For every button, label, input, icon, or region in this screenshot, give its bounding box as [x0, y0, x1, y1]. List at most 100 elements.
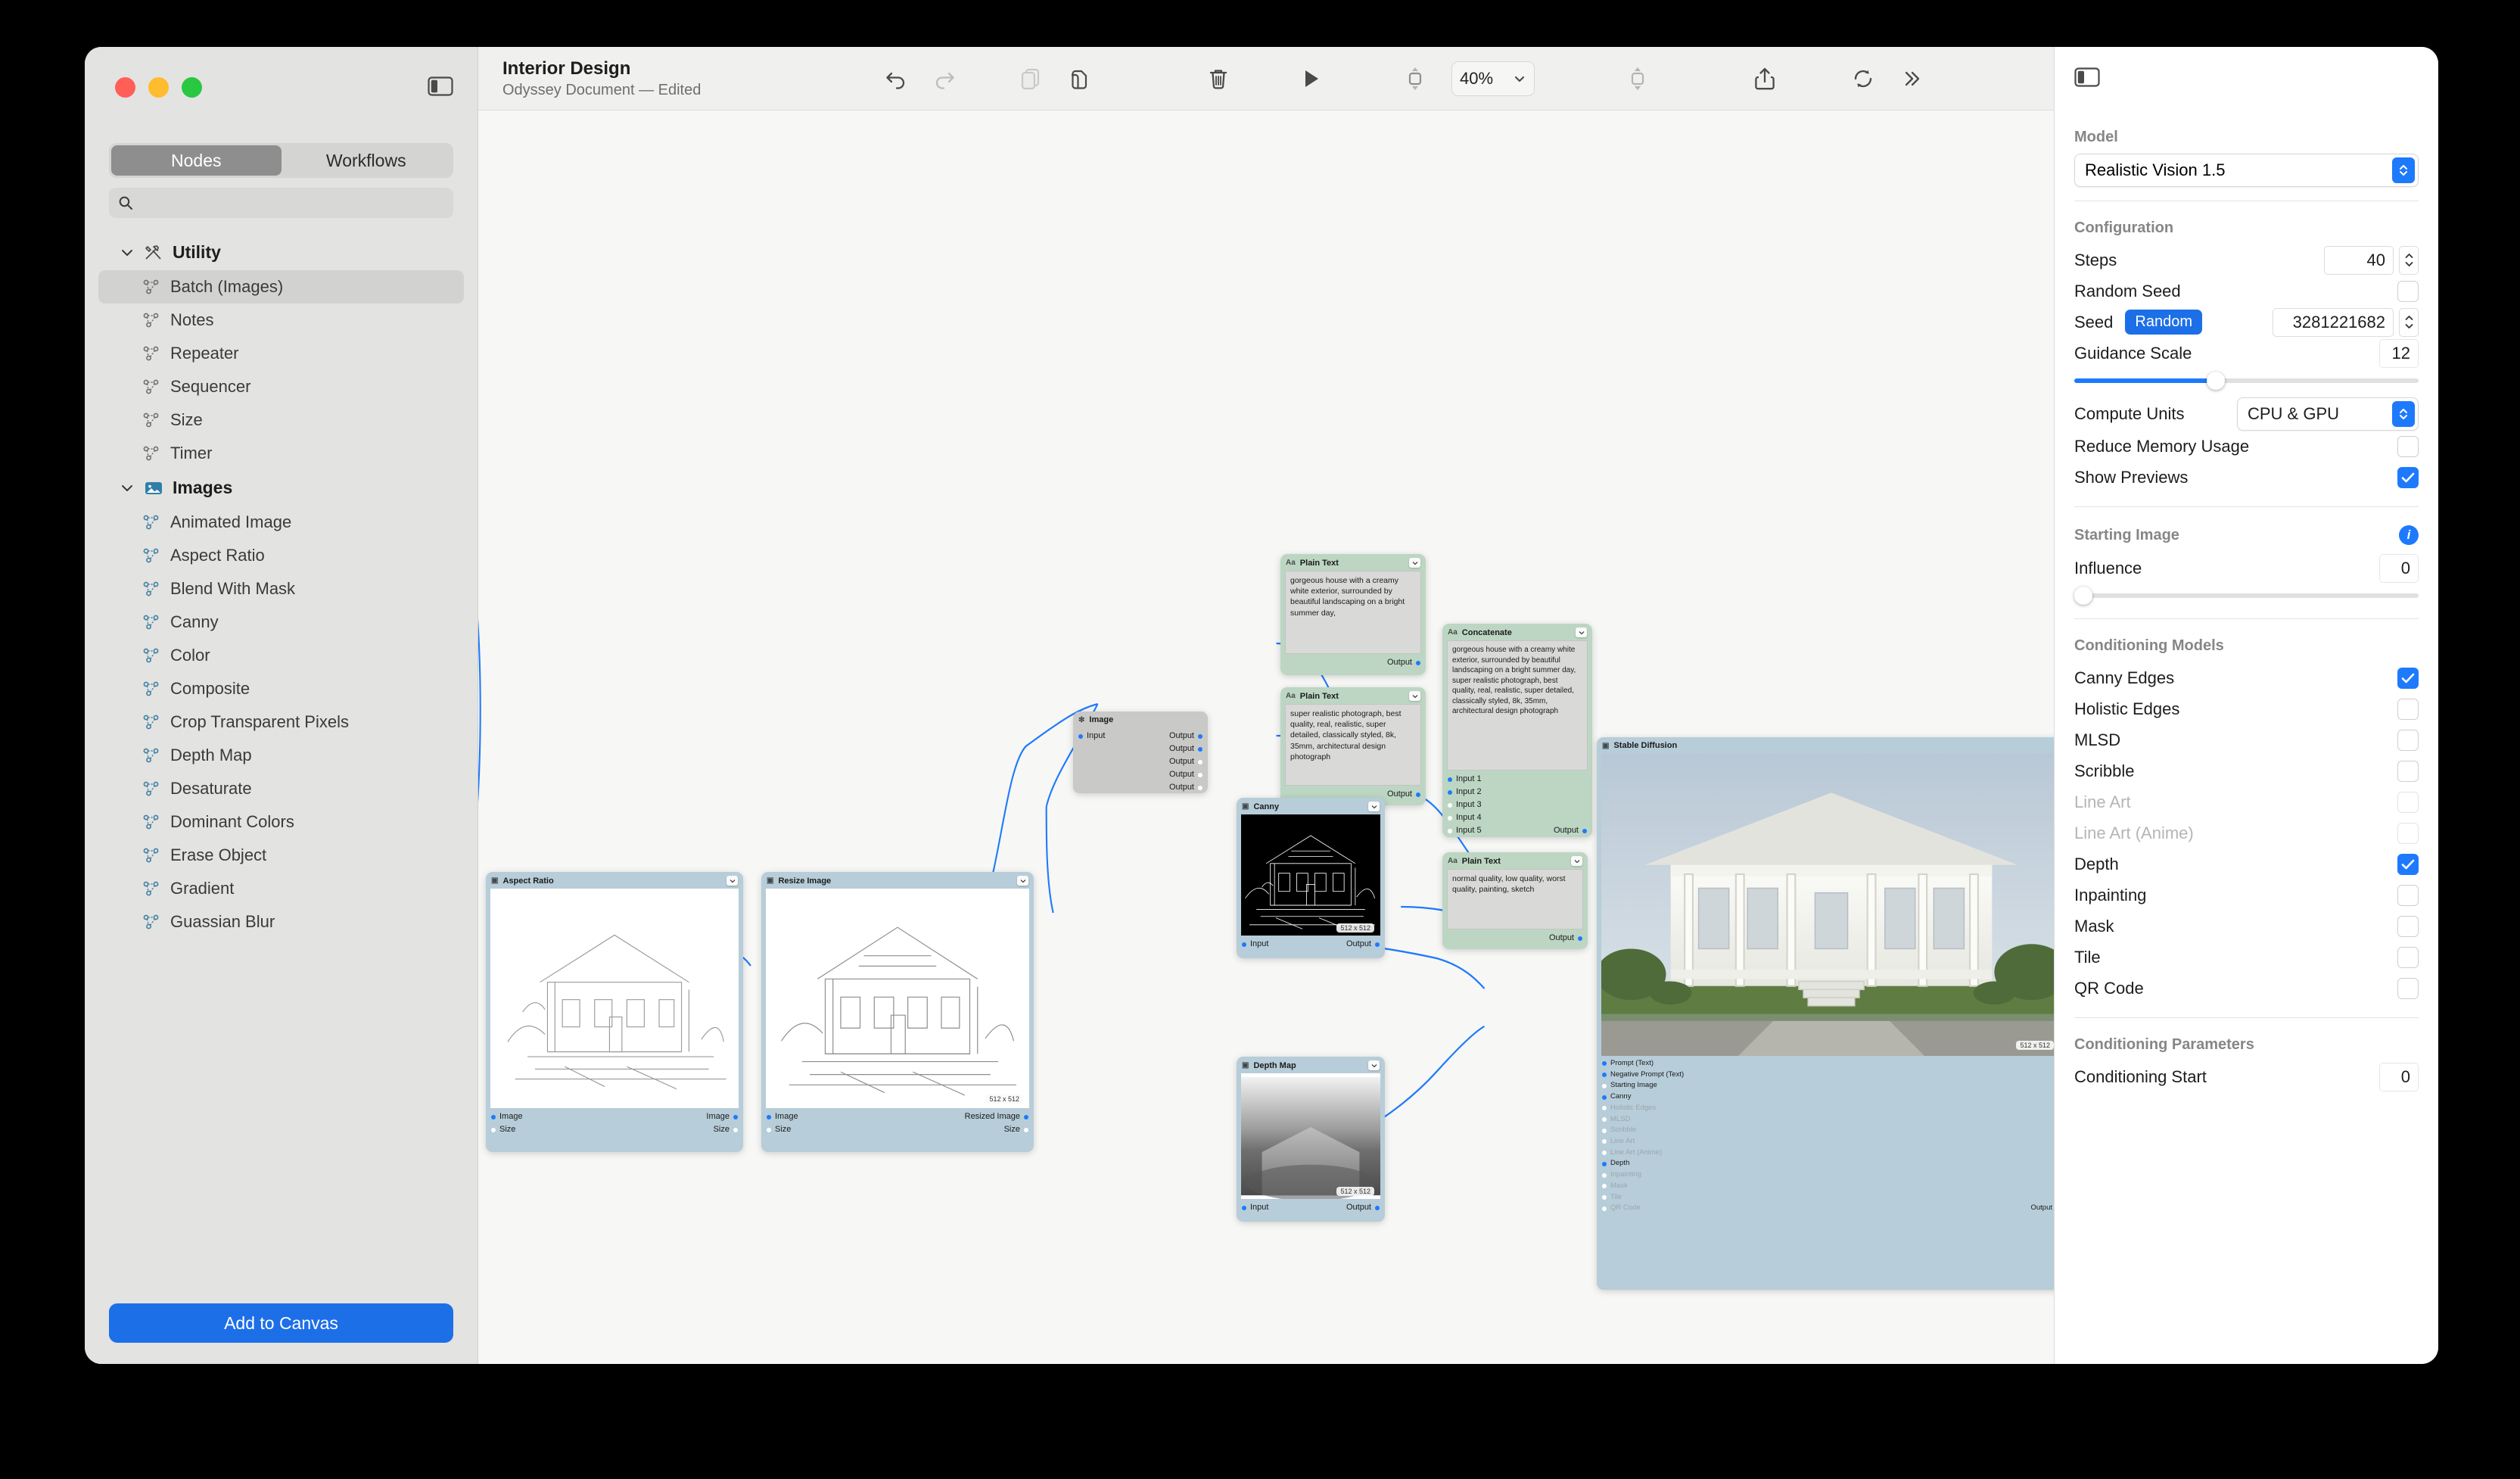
tab-workflows[interactable]: Workflows — [282, 145, 452, 176]
port-row[interactable]: Input 1 — [1448, 773, 1587, 786]
trash-icon[interactable] — [1194, 56, 1243, 101]
seed-random-button[interactable]: Random — [2125, 310, 2202, 335]
add-to-canvas-button[interactable]: Add to Canvas — [109, 1303, 453, 1343]
port-row[interactable]: Image Image — [491, 1110, 738, 1123]
sidebar-toggle-icon[interactable] — [428, 76, 453, 97]
concatenated-text[interactable]: gorgeous house with a creamy white exter… — [1447, 640, 1588, 771]
node-menu-button[interactable] — [1368, 1060, 1380, 1070]
port-row[interactable]: Output — [1078, 755, 1202, 768]
conditioning-model-checkbox[interactable] — [2397, 729, 2419, 751]
group-header-utility[interactable]: Utility — [85, 235, 478, 270]
conditioning-model-checkbox[interactable] — [2397, 853, 2419, 875]
port-row[interactable]: Prompt (Text) — [1602, 1058, 2054, 1070]
port-row[interactable]: Output — [1448, 932, 1582, 945]
fit-vertical-icon-right[interactable] — [1613, 56, 1662, 101]
prompt-text[interactable]: gorgeous house with a creamy white exter… — [1285, 571, 1421, 654]
node-canvas[interactable]: ▣ Aspect Ratio Image Image Size Size ▣ R… — [478, 111, 2054, 1364]
tab-nodes[interactable]: Nodes — [111, 145, 282, 176]
influence-input[interactable]: 0 — [2379, 553, 2419, 583]
sidebar-item-timer[interactable]: Timer — [98, 437, 464, 470]
show-previews-checkbox[interactable] — [2397, 466, 2419, 488]
conditioning-model-checkbox[interactable] — [2397, 698, 2419, 720]
info-icon[interactable]: i — [2399, 525, 2419, 545]
port-row[interactable]: Canny — [1602, 1091, 2054, 1103]
node-menu-button[interactable] — [1409, 558, 1420, 568]
sidebar-item-depth-map[interactable]: Depth Map — [98, 739, 464, 772]
port-row[interactable]: Input 5 Output — [1448, 824, 1587, 837]
node-concatenate[interactable]: Aa Concatenate gorgeous house with a cre… — [1442, 624, 1592, 837]
steps-stepper[interactable] — [2399, 245, 2419, 275]
port-row[interactable]: Input 3 — [1448, 799, 1587, 811]
node-header[interactable]: ▣ Stable Diffusion — [1597, 737, 2054, 753]
port-row[interactable]: Input 2 — [1448, 786, 1587, 799]
conditioning-start-input[interactable]: 0 — [2379, 1062, 2419, 1091]
redo-icon[interactable] — [920, 56, 969, 101]
sidebar-item-sequencer[interactable]: Sequencer — [98, 370, 464, 403]
undo-icon[interactable] — [872, 56, 920, 101]
node-plain-text-positive[interactable]: Aa Plain Text gorgeous house with a crea… — [1280, 554, 1426, 675]
zoom-level-select[interactable]: 40% — [1451, 61, 1535, 96]
random-seed-checkbox[interactable] — [2397, 280, 2419, 302]
sidebar-item-dominant-colors[interactable]: Dominant Colors — [98, 805, 464, 839]
node-menu-button[interactable] — [726, 876, 738, 886]
model-select[interactable]: Realistic Vision 1.5 — [2074, 154, 2419, 187]
conditioning-model-checkbox[interactable] — [2397, 667, 2419, 689]
conditioning-model-checkbox[interactable] — [2397, 884, 2419, 906]
sidebar-item-repeater[interactable]: Repeater — [98, 337, 464, 370]
node-header[interactable]: ▣ Aspect Ratio — [486, 872, 743, 889]
port-row[interactable]: Line Art — [1602, 1136, 2054, 1147]
steps-input[interactable]: 40 — [2324, 245, 2394, 275]
sidebar-item-animated-image[interactable]: Animated Image — [98, 506, 464, 539]
node-plain-text-negative[interactable]: Aa Plain Text normal quality, low qualit… — [1442, 852, 1588, 949]
port-row[interactable]: Output — [1078, 743, 1202, 755]
play-icon[interactable] — [1286, 56, 1335, 101]
sidebar-item-color[interactable]: Color — [98, 639, 464, 672]
reduce-memory-checkbox[interactable] — [2397, 435, 2419, 457]
port-row[interactable]: Holistic Edges — [1602, 1103, 2054, 1114]
node-menu-button[interactable] — [1576, 627, 1587, 637]
node-stable-diffusion[interactable]: ▣ Stable Diffusion 512 x 512 Prompt (Tex… — [1597, 737, 2054, 1290]
node-header[interactable]: ❇ Image — [1073, 711, 1208, 727]
node-menu-button[interactable] — [1368, 802, 1380, 811]
maximize-window-button[interactable] — [182, 77, 202, 98]
sidebar-toggle-icon[interactable] — [2074, 67, 2100, 92]
sidebar-item-aspect-ratio[interactable]: Aspect Ratio — [98, 539, 464, 572]
search-input[interactable] — [139, 194, 444, 212]
port-row[interactable]: Starting Image — [1602, 1080, 2054, 1091]
port-row[interactable]: Mask — [1602, 1181, 2054, 1192]
port-row[interactable]: Size Size — [767, 1123, 1028, 1136]
node-batch-images[interactable]: ❇ Image Input Output Output Output Outpu… — [1073, 711, 1208, 793]
refresh-icon[interactable] — [1839, 56, 1887, 101]
close-window-button[interactable] — [115, 77, 135, 98]
port-row[interactable]: Depth — [1602, 1158, 2054, 1169]
node-menu-button[interactable] — [1409, 691, 1420, 701]
sidebar-item-crop-transparent-pixels[interactable]: Crop Transparent Pixels — [98, 705, 464, 739]
port-row[interactable]: Output — [1078, 781, 1202, 793]
node-header[interactable]: Aa Plain Text — [1280, 687, 1426, 704]
copy-icon[interactable] — [1006, 56, 1055, 101]
port-row[interactable]: MLSD — [1602, 1114, 2054, 1126]
sidebar-item-desaturate[interactable]: Desaturate — [98, 772, 464, 805]
port-row[interactable]: Negative Prompt (Text) — [1602, 1070, 2054, 1081]
node-depth-map[interactable]: ▣ Depth Map 512 x 512 Input Output — [1237, 1057, 1385, 1222]
seed-input[interactable]: 3281221682 — [2273, 307, 2394, 337]
node-aspect-ratio[interactable]: ▣ Aspect Ratio Image Image Size Size — [486, 872, 743, 1152]
conditioning-model-checkbox[interactable] — [2397, 760, 2419, 782]
port-row[interactable]: Size Size — [491, 1123, 738, 1136]
node-header[interactable]: ▣ Canny — [1237, 798, 1385, 814]
compute-units-select[interactable]: CPU & GPU — [2237, 397, 2419, 431]
sidebar-item-notes[interactable]: Notes — [98, 304, 464, 337]
search-field[interactable] — [109, 188, 453, 218]
sidebar-item-composite[interactable]: Composite — [98, 672, 464, 705]
guidance-scale-slider[interactable] — [2074, 372, 2419, 390]
node-header[interactable]: Aa Plain Text — [1442, 852, 1588, 869]
node-plain-text-style[interactable]: Aa Plain Text super realistic photograph… — [1280, 687, 1426, 805]
paste-icon[interactable] — [1055, 56, 1103, 101]
sidebar-item-size[interactable]: Size — [98, 403, 464, 437]
port-row[interactable]: Inpainting — [1602, 1169, 2054, 1181]
port-row[interactable]: Input Output — [1078, 730, 1202, 743]
sidebar-item-guassian-blur[interactable]: Guassian Blur — [98, 905, 464, 939]
port-row[interactable]: Output — [1286, 656, 1420, 669]
fit-vertical-icon[interactable] — [1391, 56, 1439, 101]
port-row[interactable]: Image Resized Image — [767, 1110, 1028, 1123]
